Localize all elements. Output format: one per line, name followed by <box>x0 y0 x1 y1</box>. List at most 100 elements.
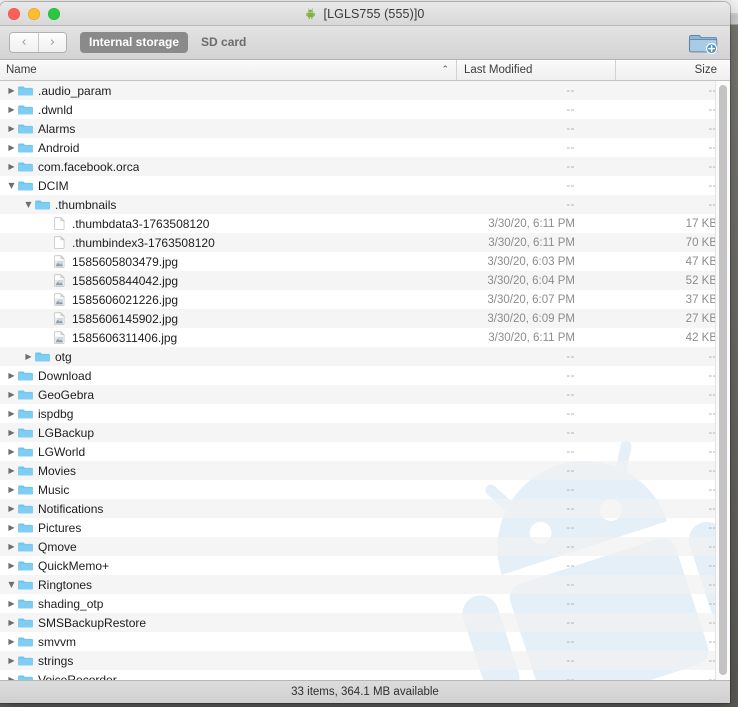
table-row[interactable]: 1585606311406.jpg 3/30/20, 6:11 PM 42 KB <box>0 328 730 347</box>
disclosure-triangle-collapsed-icon[interactable]: ▶ <box>5 124 18 133</box>
table-row[interactable]: ▶ VoiceRecorder -- -- <box>0 670 730 680</box>
disclosure-triangle-collapsed-icon[interactable]: ▶ <box>5 599 18 608</box>
table-row[interactable]: ▶ GeoGebra -- -- <box>0 385 730 404</box>
zoom-button[interactable] <box>48 7 60 20</box>
row-size-cell: -- <box>708 445 717 458</box>
disclosure-triangle-collapsed-icon[interactable]: ▶ <box>5 618 18 627</box>
row-modified-cell: 3/30/20, 6:07 PM <box>487 293 575 306</box>
row-modified-cell: -- <box>566 597 575 610</box>
table-row[interactable]: .thumbdata3-1763508120 3/30/20, 6:11 PM 17… <box>0 214 730 233</box>
disclosure-triangle-collapsed-icon[interactable]: ▶ <box>5 105 18 114</box>
row-size-cell: -- <box>708 635 717 648</box>
table-row[interactable]: ▶ shading_otp -- -- <box>0 594 730 613</box>
table-row[interactable]: ▶ Notifications -- -- <box>0 499 730 518</box>
row-modified-cell: 3/30/20, 6:11 PM <box>488 217 575 230</box>
table-row[interactable]: 1585605803479.jpg 3/30/20, 6:03 PM 47 KB <box>0 252 730 271</box>
disclosure-triangle-collapsed-icon[interactable]: ▶ <box>5 409 18 418</box>
table-row[interactable]: ▼ DCIM -- -- <box>0 176 730 195</box>
table-row[interactable]: ▶ .dwnld -- -- <box>0 100 730 119</box>
disclosure-triangle-collapsed-icon[interactable]: ▶ <box>5 371 18 380</box>
new-folder-button[interactable] <box>688 30 718 56</box>
table-row[interactable]: ▶ QuickMemo+ -- -- <box>0 556 730 575</box>
disclosure-triangle-collapsed-icon[interactable]: ▶ <box>22 352 35 361</box>
table-row[interactable]: ▶ otg -- -- <box>0 347 730 366</box>
folder-icon <box>18 371 33 381</box>
table-row[interactable]: ▼ Ringtones -- -- <box>0 575 730 594</box>
table-row[interactable]: ▶ Pictures -- -- <box>0 518 730 537</box>
close-button[interactable] <box>8 7 20 20</box>
forward-button[interactable]: › <box>38 33 66 52</box>
back-button[interactable]: ‹ <box>10 33 38 52</box>
row-modified-cell: -- <box>566 84 575 97</box>
disclosure-triangle-expanded-icon[interactable]: ▼ <box>5 580 18 589</box>
column-header-last-modified[interactable]: Last Modified <box>456 60 615 80</box>
disclosure-triangle-collapsed-icon[interactable]: ▶ <box>5 466 18 475</box>
disclosure-triangle-collapsed-icon[interactable]: ▶ <box>5 86 18 95</box>
folder-icon <box>18 599 33 609</box>
row-name-cell: ▼ .thumbnails <box>0 198 456 212</box>
table-row[interactable]: ▼ .thumbnails -- -- <box>0 195 730 214</box>
table-row[interactable]: ▶ SMSBackupRestore -- -- <box>0 613 730 632</box>
row-size-cell: -- <box>708 84 717 97</box>
row-name-cell: ▼ DCIM <box>0 179 456 193</box>
tab-sd-card[interactable]: SD card <box>192 32 255 53</box>
column-header-name[interactable]: Name ⌃ <box>0 60 456 80</box>
table-row[interactable]: ▶ LGBackup -- -- <box>0 423 730 442</box>
table-row[interactable]: 1585605844042.jpg 3/30/20, 6:04 PM 52 KB <box>0 271 730 290</box>
table-row[interactable]: ▶ Alarms -- -- <box>0 119 730 138</box>
table-row[interactable]: ▶ ispdbg -- -- <box>0 404 730 423</box>
table-row[interactable]: ▶ strings -- -- <box>0 651 730 670</box>
disclosure-triangle-collapsed-icon[interactable]: ▶ <box>5 523 18 532</box>
vertical-scrollbar[interactable] <box>715 81 730 680</box>
file-list[interactable]: ▶ .audio_param -- -- ▶ .dwnld -- -- ▶ Alarms -- -- ▶… <box>0 81 730 680</box>
tab-internal-storage[interactable]: Internal storage <box>80 32 189 53</box>
row-modified-cell: 3/30/20, 6:11 PM <box>488 331 575 344</box>
row-name-label: SMSBackupRestore <box>38 615 147 630</box>
disclosure-triangle-collapsed-icon[interactable]: ▶ <box>5 675 18 680</box>
disclosure-triangle-collapsed-icon[interactable]: ▶ <box>5 485 18 494</box>
folder-icon <box>18 428 33 438</box>
column-header-size[interactable]: Size <box>615 60 730 80</box>
folder-icon <box>18 86 33 96</box>
chevron-left-icon: ‹ <box>21 35 27 50</box>
table-row[interactable]: ▶ Download -- -- <box>0 366 730 385</box>
disclosure-triangle-collapsed-icon[interactable]: ▶ <box>5 143 18 152</box>
disclosure-triangle-collapsed-icon[interactable]: ▶ <box>5 447 18 456</box>
disclosure-triangle-collapsed-icon[interactable]: ▶ <box>5 542 18 551</box>
row-modified-cell: -- <box>566 198 575 211</box>
table-row[interactable]: 1585606021226.jpg 3/30/20, 6:07 PM 37 KB <box>0 290 730 309</box>
row-modified-cell: -- <box>566 388 575 401</box>
table-row[interactable]: ▶ com.facebook.orca -- -- <box>0 157 730 176</box>
disclosure-triangle-collapsed-icon[interactable]: ▶ <box>5 504 18 513</box>
navigation-buttons: ‹ › <box>9 32 67 53</box>
table-row[interactable]: ▶ LGWorld -- -- <box>0 442 730 461</box>
row-name-label: Android <box>38 140 80 155</box>
table-row[interactable]: ▶ .audio_param -- -- <box>0 81 730 100</box>
row-size-cell: -- <box>708 502 717 515</box>
disclosure-triangle-collapsed-icon[interactable]: ▶ <box>5 428 18 437</box>
disclosure-triangle-collapsed-icon[interactable]: ▶ <box>5 656 18 665</box>
table-row[interactable]: .thumbindex3-1763508120 3/30/20, 6:11 PM 7… <box>0 233 730 252</box>
table-row[interactable]: ▶ Qmove -- -- <box>0 537 730 556</box>
disclosure-triangle-collapsed-icon[interactable]: ▶ <box>5 390 18 399</box>
table-row[interactable]: ▶ Music -- -- <box>0 480 730 499</box>
row-name-cell: 1585606311406.jpg <box>0 331 456 345</box>
disclosure-triangle-collapsed-icon[interactable]: ▶ <box>5 637 18 646</box>
minimize-button[interactable] <box>28 7 40 20</box>
table-row[interactable]: ▶ smvvm -- -- <box>0 632 730 651</box>
row-name-cell: ▶ Music <box>0 483 456 497</box>
disclosure-triangle-collapsed-icon[interactable]: ▶ <box>5 561 18 570</box>
scrollbar-thumb[interactable] <box>719 85 727 675</box>
row-name-cell: ▶ SMSBackupRestore <box>0 616 456 630</box>
disclosure-triangle-expanded-icon[interactable]: ▼ <box>5 181 18 190</box>
table-row[interactable]: 1585606145902.jpg 3/30/20, 6:09 PM 27 KB <box>0 309 730 328</box>
image-file-icon <box>54 255 65 268</box>
window-title-bar[interactable]: [LGLS755 (555)]0 <box>0 2 730 26</box>
disclosure-triangle-collapsed-icon[interactable]: ▶ <box>5 162 18 171</box>
folder-icon <box>18 675 33 680</box>
storage-tabs: Internal storage SD card <box>80 32 255 53</box>
table-row[interactable]: ▶ Movies -- -- <box>0 461 730 480</box>
table-row[interactable]: ▶ Android -- -- <box>0 138 730 157</box>
disclosure-triangle-expanded-icon[interactable]: ▼ <box>22 200 35 209</box>
image-file-icon <box>54 312 65 325</box>
